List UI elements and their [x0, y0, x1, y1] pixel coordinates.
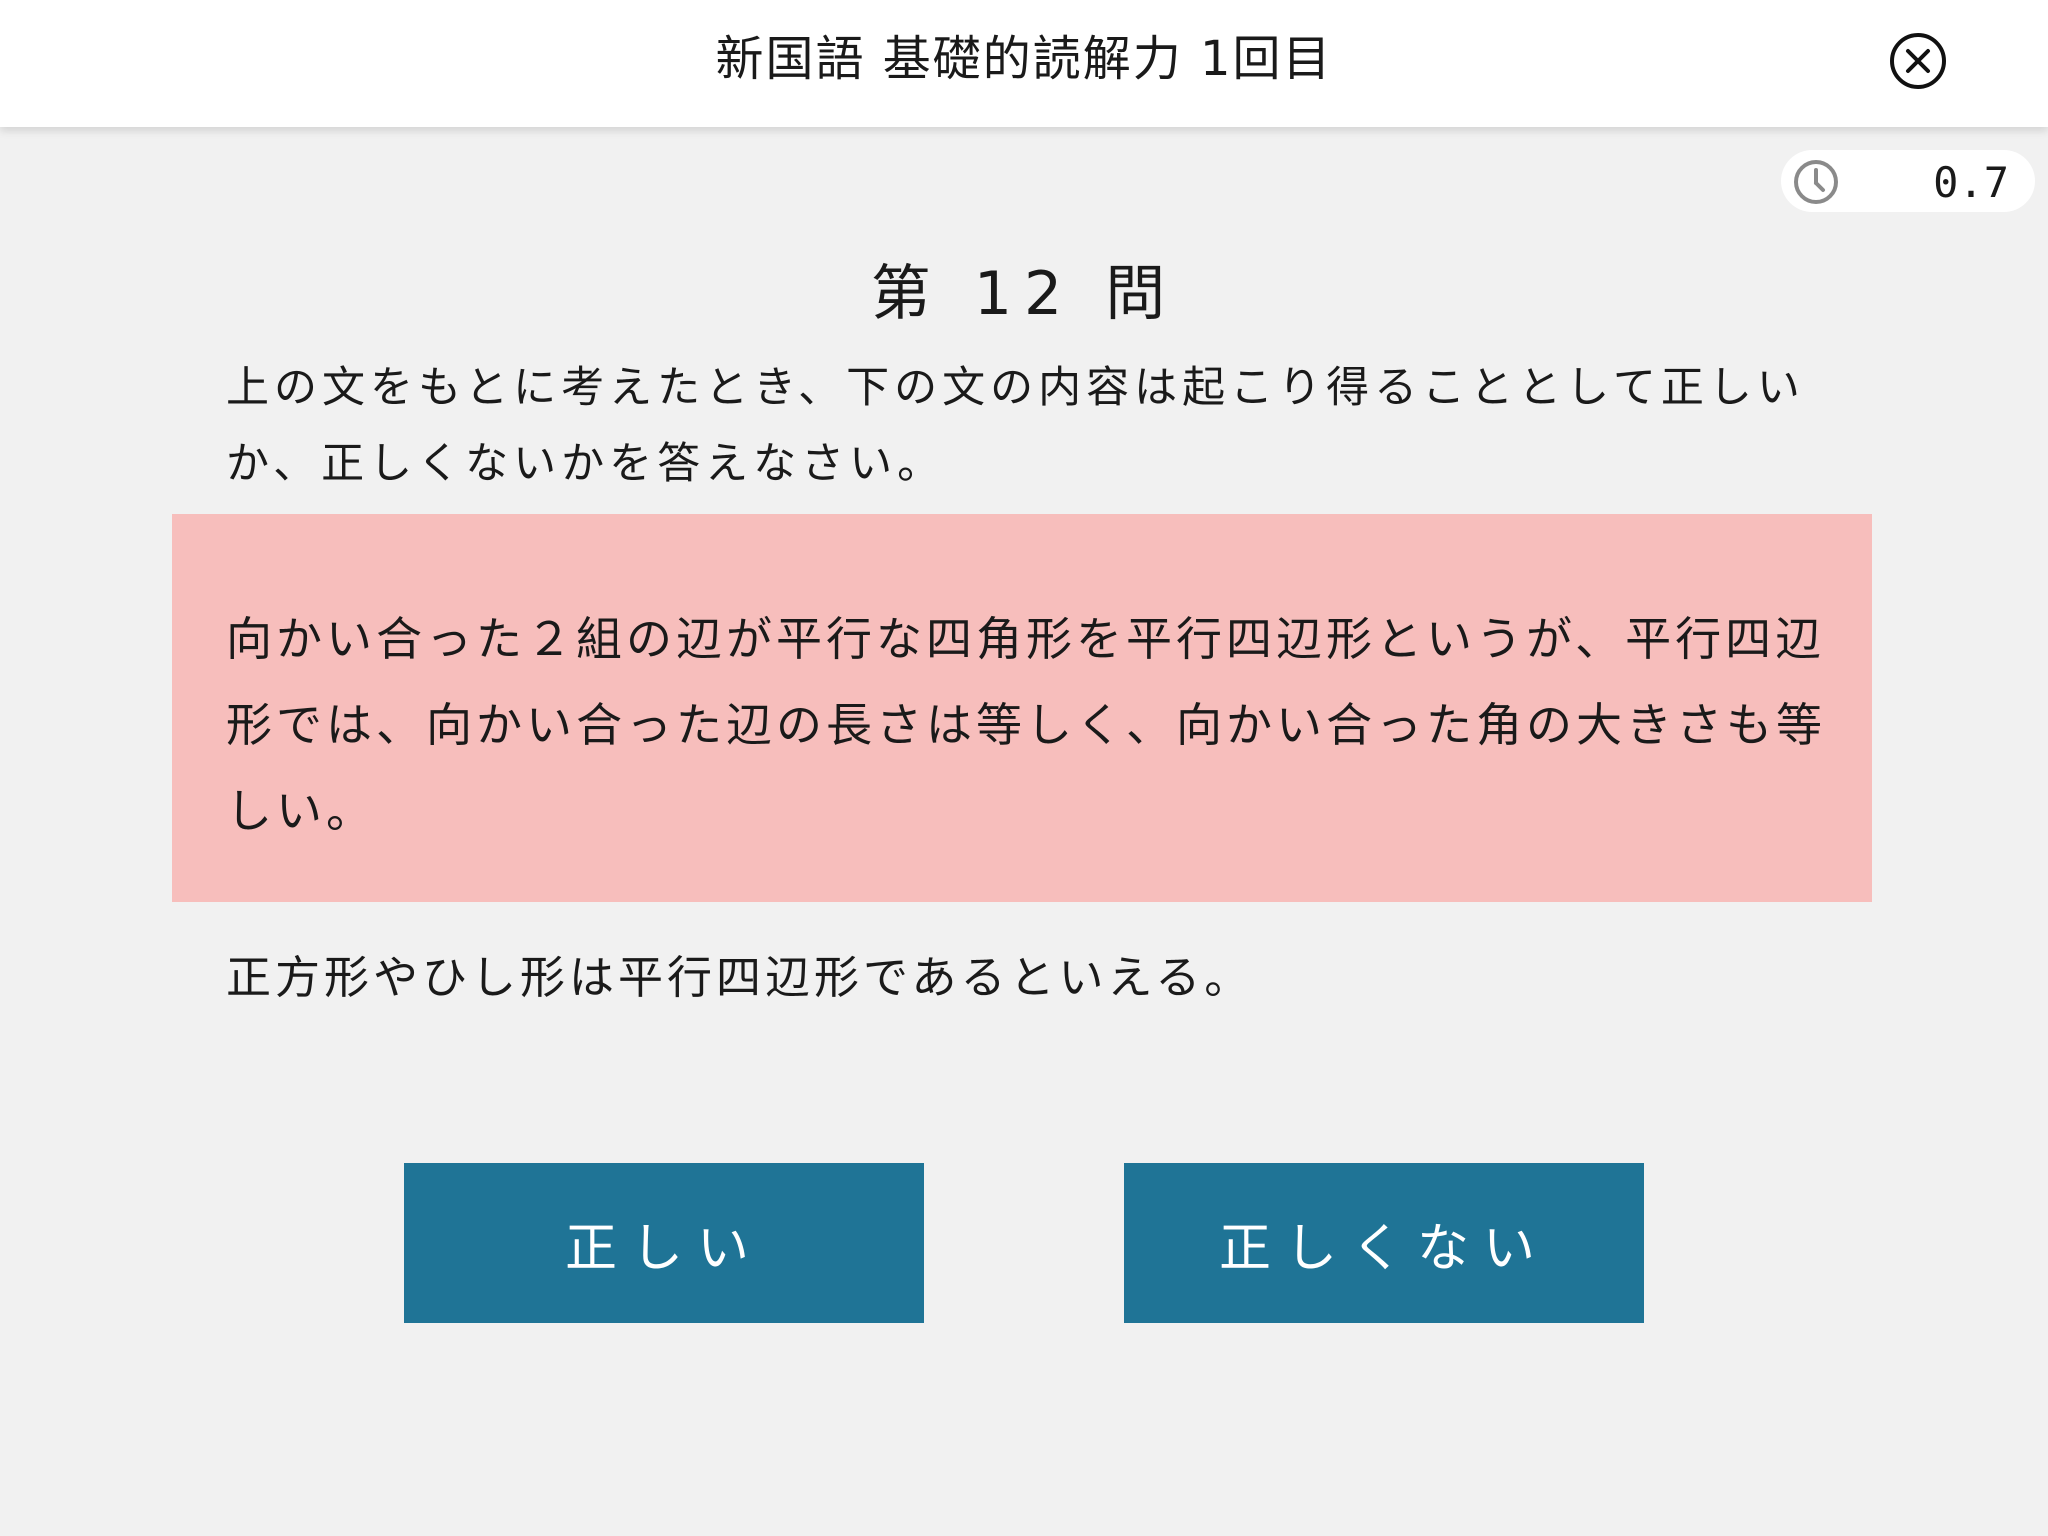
- correct-button[interactable]: 正しい: [404, 1163, 924, 1323]
- timer: 0.7: [1781, 150, 2035, 212]
- close-button[interactable]: [1888, 31, 1948, 91]
- timer-value: 0.7: [1933, 158, 2009, 207]
- incorrect-button[interactable]: 正しくない: [1124, 1163, 1644, 1323]
- passage-box: 向かい合った２組の辺が平行な四角形を平行四辺形というが、平行四辺形では、向かい合…: [172, 514, 1872, 902]
- close-circle-icon: [1890, 33, 1946, 89]
- statement-text: 正方形やひし形は平行四辺形であるといえる。: [226, 951, 1254, 1004]
- passage-text: 向かい合った２組の辺が平行な四角形を平行四辺形というが、平行四辺形では、向かい合…: [226, 612, 1826, 838]
- page-title: 新国語 基礎的読解力 1回目: [715, 31, 1333, 87]
- clock-icon: [1794, 160, 1838, 204]
- top-bar: 新国語 基礎的読解力 1回目: [0, 0, 2048, 127]
- question-number: 第 12 問: [870, 259, 1178, 329]
- question-instruction: 上の文をもとに考えたとき、下の文の内容は起こり得ることとして正しいか、正しくない…: [226, 363, 1805, 489]
